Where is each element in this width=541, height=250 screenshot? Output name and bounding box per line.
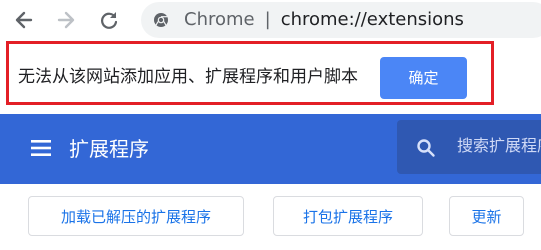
search-icon <box>417 139 435 157</box>
omnibox-separator: | <box>264 9 271 30</box>
chrome-site-icon <box>154 13 168 28</box>
ok-button[interactable]: 确定 <box>380 57 467 99</box>
menu-icon[interactable] <box>31 138 51 158</box>
pack-extension-button[interactable]: 打包扩展程序 <box>273 196 423 236</box>
site-name: Chrome <box>184 9 255 30</box>
install-blocked-notice: 无法从该网站添加应用、扩展程序和用户脚本 确定 <box>0 40 541 114</box>
address-bar[interactable]: Chrome | chrome://extensions <box>141 2 541 38</box>
notice-message: 无法从该网站添加应用、扩展程序和用户脚本 <box>18 67 358 87</box>
address-text: Chrome | chrome://extensions <box>184 10 464 30</box>
update-button[interactable]: 更新 <box>449 196 524 236</box>
search-box[interactable] <box>397 120 541 174</box>
page-title: 扩展程序 <box>69 137 149 161</box>
browser-toolbar: Chrome | chrome://extensions <box>0 0 541 40</box>
arrow-right-icon <box>57 11 75 29</box>
reload-icon <box>101 12 118 29</box>
forward-button[interactable] <box>56 10 76 30</box>
load-unpacked-button[interactable]: 加载已解压的扩展程序 <box>28 196 244 236</box>
url-text: chrome://extensions <box>280 9 464 30</box>
search-input[interactable] <box>457 137 541 157</box>
extensions-header: 扩展程序 <box>0 114 541 184</box>
extension-actions: 加载已解压的扩展程序 打包扩展程序 更新 <box>0 184 541 250</box>
back-button[interactable] <box>14 10 34 30</box>
reload-button[interactable] <box>99 10 119 30</box>
arrow-left-icon <box>15 11 33 29</box>
